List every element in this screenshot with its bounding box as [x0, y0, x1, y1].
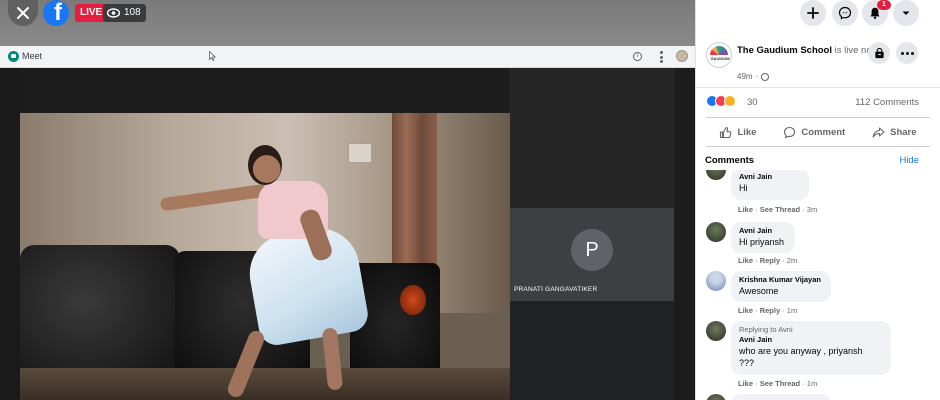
meet-toolbar: Meet [0, 46, 695, 68]
main-participant-video [20, 113, 510, 400]
thumbs-up-icon [720, 126, 732, 138]
share-icon [872, 126, 885, 138]
live-video-player[interactable]: f LIVE 108 Meet i P PRANATI GANGAVATIKER [0, 0, 695, 400]
commenter-name[interactable]: Avni Jain [739, 172, 801, 182]
comment-like-link[interactable]: Like [738, 256, 753, 265]
post-meta: 49m · [737, 72, 770, 81]
post-time[interactable]: 49m [737, 72, 753, 81]
messenger-icon [838, 6, 852, 20]
notification-count-badge: 1 [877, 0, 891, 10]
account-menu-button[interactable] [893, 0, 919, 26]
messenger-button[interactable] [832, 0, 858, 26]
comment-bubble: Replying to Avni Avni Jain who are you a… [731, 321, 891, 375]
comment-time[interactable]: 1m [787, 306, 797, 315]
post-header: GAUDIUM The Gaudium School is live now. … [696, 34, 940, 88]
video-left-margin [0, 68, 20, 400]
comment-text: who are you anyway , priyansh [739, 346, 863, 356]
commenter-avatar[interactable] [706, 394, 726, 400]
comment-thread-link[interactable]: See Thread [760, 205, 800, 214]
meet-app-label: Meet [22, 51, 43, 61]
replying-to-label: Replying to Avni [739, 325, 793, 334]
comment-bubble [731, 394, 831, 400]
commenter-avatar[interactable] [706, 222, 726, 242]
comment-text: Hi [739, 183, 748, 193]
comment-bubble: Krishna Kumar Vijayan Awesome [731, 271, 831, 302]
participant-tile-dark [510, 68, 674, 208]
school-logo-text: GAUDIUM [710, 56, 730, 61]
share-button[interactable]: Share [872, 126, 917, 139]
comment-reply-link[interactable]: Reply [760, 306, 780, 315]
create-button[interactable] [800, 0, 826, 26]
video-wall-switch [348, 143, 372, 163]
participant-name: PRANATI GANGAVATIKER [514, 286, 598, 293]
comment-like-link[interactable]: Like [738, 306, 753, 315]
comment-button[interactable]: Comment [783, 126, 845, 139]
plus-icon [807, 7, 819, 19]
comment-text: Awesome [739, 286, 779, 296]
commenter-avatar[interactable] [706, 170, 726, 180]
school-logo[interactable]: GAUDIUM [706, 42, 732, 68]
video-red-object [400, 285, 426, 315]
google-meet-icon [8, 51, 19, 62]
dancer-head [248, 145, 282, 185]
header-actions: 1 [696, 0, 940, 28]
comment-actions: Like · See Thread · 1m [738, 379, 818, 388]
meet-more-icon[interactable] [660, 51, 663, 63]
shop-icon [874, 47, 884, 58]
comment-time[interactable]: 1m [807, 379, 817, 388]
meet-info-icon[interactable]: i [633, 52, 642, 61]
comment-actions: Like · Reply · 1m [738, 306, 798, 315]
comment-thread-link[interactable]: See Thread [760, 379, 800, 388]
comment-time[interactable]: 3m [807, 205, 817, 214]
video-floor [20, 368, 510, 400]
shop-button[interactable] [868, 42, 890, 64]
facebook-logo-icon[interactable]: f [43, 0, 69, 26]
reaction-count[interactable]: 30 [747, 97, 758, 108]
post-action-bar: Like Comment Share [706, 117, 930, 147]
screen: f LIVE 108 Meet i P PRANATI GANGAVATIKER… [0, 0, 940, 400]
post-more-options-icon[interactable] [896, 42, 918, 64]
comment-text: Hi priyansh [739, 237, 785, 247]
comment-icon [784, 126, 796, 138]
wow-reaction-icon [724, 95, 736, 107]
participant-avatar: P [571, 229, 613, 271]
share-label: Share [890, 126, 917, 138]
comment-bubble: Avni Jain Hi [731, 170, 809, 200]
like-button[interactable]: Like [719, 126, 756, 139]
comment-like-link[interactable]: Like [738, 205, 753, 214]
close-icon [17, 7, 29, 19]
commenter-avatar[interactable] [706, 321, 726, 341]
school-logo-arc [710, 46, 728, 55]
comment-bubble: Avni Jain Hi priyansh [731, 222, 795, 253]
comment-list[interactable]: Avni Jain Hi Like · See Thread · 3m Avni… [696, 170, 940, 400]
comment-like-link[interactable]: Like [738, 379, 753, 388]
participant-tile-empty [510, 301, 674, 400]
comment-text-continued: ??? [739, 358, 755, 368]
comments-heading: Comments [705, 155, 755, 166]
like-label: Like [737, 126, 757, 138]
eye-icon [107, 8, 120, 18]
video-sofa-left [20, 245, 180, 385]
comment-label: Comment [801, 126, 846, 138]
commenter-avatar[interactable] [706, 271, 726, 291]
commenter-name[interactable]: Avni Jain [739, 226, 787, 236]
caret-down-icon [902, 11, 910, 15]
mouse-cursor-icon [209, 51, 216, 61]
commenter-name[interactable]: Krishna Kumar Vijayan [739, 275, 823, 285]
comment-reply-link[interactable]: Reply [760, 256, 780, 265]
commenter-name[interactable]: Avni Jain [739, 335, 883, 345]
meet-user-avatar[interactable] [676, 50, 688, 62]
page-name-link[interactable]: The Gaudium School [737, 45, 832, 56]
post-side-panel: 1 GAUDIUM The Gaudium School is live now… [695, 0, 940, 400]
viewer-count-badge: 108 [103, 4, 146, 22]
comment-actions: Like · See Thread · 3m [738, 205, 818, 214]
post-title: The Gaudium School is live now. [737, 44, 887, 57]
comment-time[interactable]: 2m [787, 256, 797, 265]
comment-count-link[interactable]: 112 Comments [855, 97, 919, 108]
hide-comments-link[interactable]: Hide [899, 155, 919, 166]
viewer-count: 108 [124, 7, 141, 18]
comment-actions: Like · Reply · 2m [738, 256, 798, 265]
globe-icon [761, 72, 770, 81]
reaction-icons[interactable] [706, 95, 736, 107]
